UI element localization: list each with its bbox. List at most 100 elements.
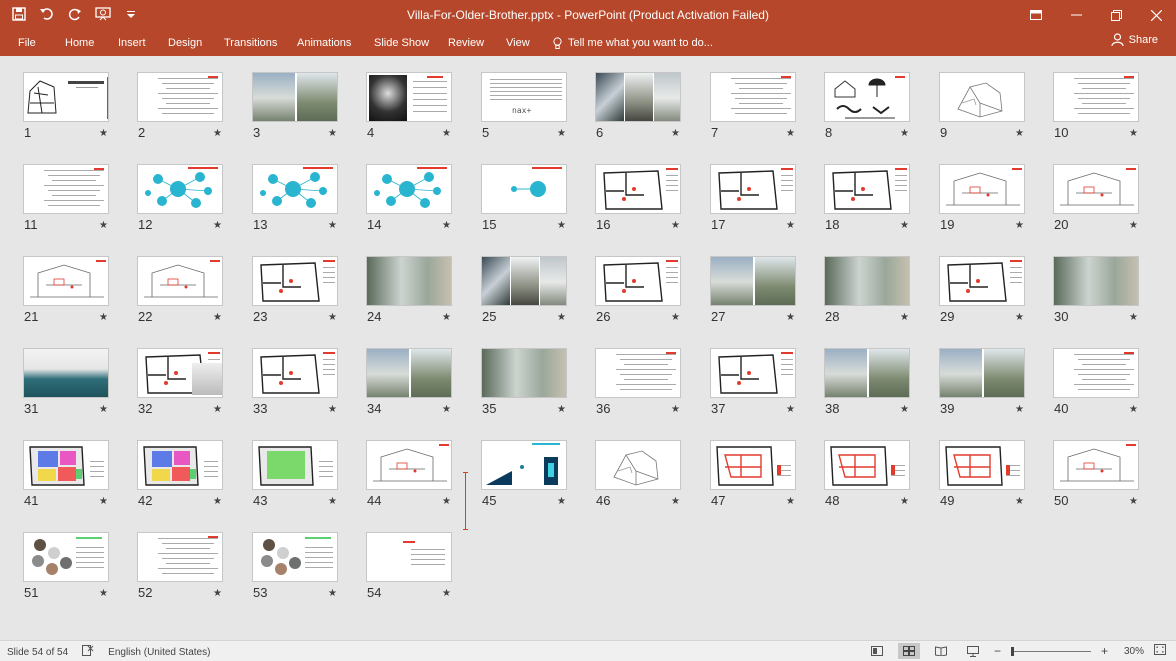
slide-thumbnail[interactable] (710, 256, 796, 306)
slide-thumbnail[interactable] (1053, 256, 1139, 306)
transition-star-icon[interactable]: ★ (1015, 220, 1024, 231)
zoom-in-button[interactable]: + (1101, 644, 1108, 658)
transition-star-icon[interactable]: ★ (900, 220, 909, 231)
zoom-slider[interactable] (1010, 646, 1091, 656)
transition-star-icon[interactable]: ★ (213, 128, 222, 139)
slide-thumbnail[interactable] (939, 164, 1025, 214)
tab-review[interactable]: Review (448, 34, 484, 52)
transition-star-icon[interactable]: ★ (442, 220, 451, 231)
slide-thumbnail[interactable] (23, 440, 109, 490)
transition-star-icon[interactable]: ★ (786, 312, 795, 323)
tab-design[interactable]: Design (168, 34, 202, 52)
slide-thumbnail[interactable] (481, 256, 567, 306)
transition-star-icon[interactable]: ★ (671, 220, 680, 231)
transition-star-icon[interactable]: ★ (786, 128, 795, 139)
restore-icon[interactable] (1096, 0, 1136, 30)
transition-star-icon[interactable]: ★ (328, 588, 337, 599)
tab-insert[interactable]: Insert (118, 34, 146, 52)
transition-star-icon[interactable]: ★ (1129, 220, 1138, 231)
fit-to-window-icon[interactable] (1154, 644, 1166, 658)
transition-star-icon[interactable]: ★ (1015, 496, 1024, 507)
transition-star-icon[interactable]: ★ (1129, 496, 1138, 507)
slide-thumbnail[interactable]: nax+ (481, 72, 567, 122)
transition-star-icon[interactable]: ★ (671, 404, 680, 415)
transition-star-icon[interactable]: ★ (557, 496, 566, 507)
slide-thumbnail[interactable] (23, 532, 109, 582)
language-indicator[interactable]: English (United States) (108, 647, 210, 658)
slide-thumbnail[interactable] (252, 440, 338, 490)
transition-star-icon[interactable]: ★ (442, 128, 451, 139)
slide-thumbnail[interactable] (595, 256, 681, 306)
slide-thumbnail[interactable] (137, 164, 223, 214)
slide-thumbnail[interactable] (710, 440, 796, 490)
transition-star-icon[interactable]: ★ (213, 312, 222, 323)
transition-star-icon[interactable]: ★ (328, 312, 337, 323)
slide-thumbnail[interactable] (366, 256, 452, 306)
transition-star-icon[interactable]: ★ (213, 220, 222, 231)
minimize-icon[interactable] (1056, 0, 1096, 30)
ribbon-display-icon[interactable] (1016, 0, 1056, 30)
transition-star-icon[interactable]: ★ (900, 312, 909, 323)
slide-sorter-view-button[interactable] (897, 643, 920, 659)
slide-thumbnail[interactable] (710, 164, 796, 214)
tab-file[interactable]: File (18, 34, 36, 52)
transition-star-icon[interactable]: ★ (900, 496, 909, 507)
zoom-out-button[interactable]: − (994, 644, 1001, 658)
slide-thumbnail[interactable] (1053, 348, 1139, 398)
slide-thumbnail[interactable] (824, 72, 910, 122)
transition-star-icon[interactable]: ★ (557, 404, 566, 415)
slide-thumbnail[interactable] (939, 348, 1025, 398)
slide-thumbnail[interactable] (137, 532, 223, 582)
tab-animations[interactable]: Animations (297, 34, 351, 52)
slide-thumbnail[interactable] (481, 348, 567, 398)
slide-thumbnail[interactable] (23, 72, 109, 122)
zoom-thumb[interactable] (1010, 646, 1014, 656)
slide-thumbnail[interactable] (824, 256, 910, 306)
slide-thumbnail[interactable] (23, 256, 109, 306)
slide-thumbnail[interactable] (252, 256, 338, 306)
transition-star-icon[interactable]: ★ (213, 496, 222, 507)
tab-home[interactable]: Home (65, 34, 94, 52)
slide-thumbnail[interactable] (824, 440, 910, 490)
slide-thumbnail[interactable] (137, 256, 223, 306)
tab-slide-show[interactable]: Slide Show (374, 34, 429, 52)
transition-star-icon[interactable]: ★ (1015, 404, 1024, 415)
transition-star-icon[interactable]: ★ (99, 404, 108, 415)
transition-star-icon[interactable]: ★ (442, 404, 451, 415)
transition-star-icon[interactable]: ★ (557, 220, 566, 231)
transition-star-icon[interactable]: ★ (557, 128, 566, 139)
slide-thumbnail[interactable] (1053, 440, 1139, 490)
transition-star-icon[interactable]: ★ (442, 496, 451, 507)
transition-star-icon[interactable]: ★ (99, 128, 108, 139)
transition-star-icon[interactable]: ★ (328, 128, 337, 139)
transition-star-icon[interactable]: ★ (328, 496, 337, 507)
transition-star-icon[interactable]: ★ (671, 312, 680, 323)
slide-thumbnail[interactable] (939, 72, 1025, 122)
normal-view-button[interactable] (866, 643, 888, 659)
tab-view[interactable]: View (506, 34, 530, 52)
slide-thumbnail[interactable] (824, 348, 910, 398)
transition-star-icon[interactable]: ★ (99, 588, 108, 599)
slide-thumbnail[interactable] (595, 440, 681, 490)
slide-indicator[interactable]: Slide 54 of 54 (7, 647, 68, 658)
slide-thumbnail[interactable] (481, 440, 567, 490)
slide-thumbnail[interactable] (710, 348, 796, 398)
spell-check-icon[interactable] (82, 645, 94, 659)
slide-thumbnail[interactable] (939, 440, 1025, 490)
slide-thumbnail[interactable] (1053, 164, 1139, 214)
transition-star-icon[interactable]: ★ (328, 220, 337, 231)
transition-star-icon[interactable]: ★ (786, 220, 795, 231)
slide-thumbnail[interactable] (595, 72, 681, 122)
transition-star-icon[interactable]: ★ (1015, 128, 1024, 139)
slide-thumbnail[interactable] (252, 532, 338, 582)
slide-thumbnail[interactable] (137, 440, 223, 490)
transition-star-icon[interactable]: ★ (786, 496, 795, 507)
transition-star-icon[interactable]: ★ (99, 312, 108, 323)
transition-star-icon[interactable]: ★ (671, 496, 680, 507)
slide-thumbnail[interactable] (595, 164, 681, 214)
transition-star-icon[interactable]: ★ (442, 588, 451, 599)
slide-thumbnail[interactable] (137, 72, 223, 122)
transition-star-icon[interactable]: ★ (1015, 312, 1024, 323)
tell-me-box[interactable]: Tell me what you want to do... (553, 34, 713, 52)
zoom-level[interactable]: 30% (1124, 646, 1144, 657)
